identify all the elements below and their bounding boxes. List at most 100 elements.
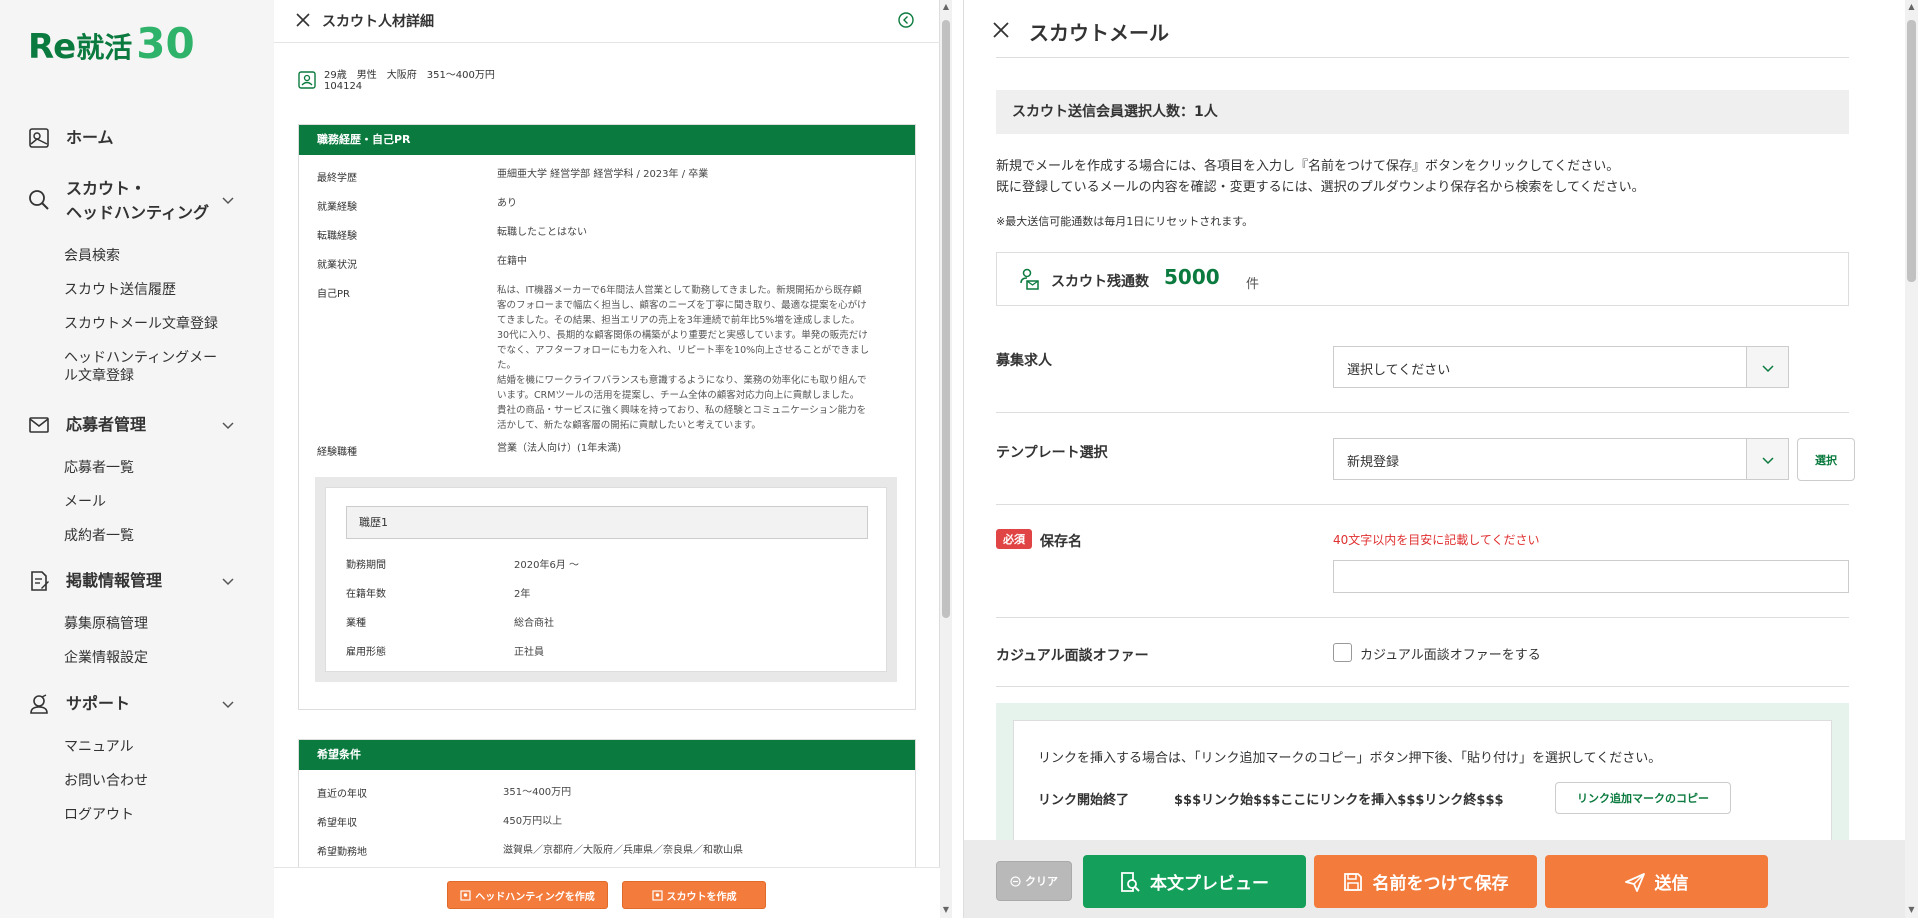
remaining-value: 5000 xyxy=(1164,265,1220,289)
career-history-box: 職歴1 勤務期間 2020年6月 〜 在籍年数 2年 業種 総合商社 雇用形態 … xyxy=(315,477,897,682)
reset-note: ※最大送信可能通数は毎月1日にリセットされます。 xyxy=(996,215,1254,228)
copy-link-mark-button[interactable]: リンク追加マークのコピー xyxy=(1555,782,1731,814)
field-label: 転職経験 xyxy=(317,231,357,242)
save-name-input[interactable] xyxy=(1333,560,1849,593)
send-label: 送信 xyxy=(1654,874,1689,894)
nav-home-label: ホーム xyxy=(66,128,114,147)
nav-support-label: サポート xyxy=(66,694,131,713)
field-value: 総合商社 xyxy=(514,618,554,629)
save-icon xyxy=(1343,872,1362,891)
instruction-text: 既に登録しているメールの内容を確認・変更するには、選択のプルダウンより保存名から… xyxy=(996,180,1645,195)
field-label: 最終学歴 xyxy=(317,173,357,184)
send-paper-plane-icon xyxy=(1624,872,1645,892)
create-headhunting-button[interactable]: ヘッドハンティングを作成 xyxy=(447,881,608,909)
nav-support[interactable]: サポート xyxy=(28,692,130,716)
casual-offer-checkbox[interactable] xyxy=(1333,643,1352,662)
chevron-down-icon[interactable] xyxy=(222,419,234,431)
logo[interactable]: Re 就活 30 xyxy=(28,22,195,67)
detail-scrollbar-thumb[interactable] xyxy=(942,20,950,618)
close-icon[interactable] xyxy=(993,22,1009,38)
nav-mail[interactable]: メール xyxy=(64,493,106,511)
desired-card-heading: 希望条件 xyxy=(299,740,915,770)
field-value: 転職したことはない xyxy=(497,227,587,238)
selected-member-count: スカウト送信会員選択人数：1人 xyxy=(996,90,1849,134)
save-as-button[interactable]: 名前をつけて保存 xyxy=(1314,855,1537,908)
support-icon xyxy=(30,694,48,714)
clear-button[interactable]: クリア xyxy=(996,861,1072,901)
chevron-down-icon xyxy=(1762,365,1774,373)
link-instruction: リンクを挿入する場合は、「リンク追加マークのコピー」ボタン押下後、「貼り付け」を… xyxy=(1038,751,1662,766)
mail-scrollbar[interactable]: ▲ ▼ xyxy=(1905,0,1918,918)
chevron-down-icon[interactable] xyxy=(222,194,234,206)
self-pr-text: 私は、IT機器メーカーで6年間法人営業として勤務してきました。新規開拓から既存顧… xyxy=(497,285,870,431)
nav-headhunt-mail-register[interactable]: ヘッドハンティングメー ル文章登録 xyxy=(64,349,217,385)
job-label: 募集求人 xyxy=(996,353,1052,369)
nav-scout-history[interactable]: スカウト送信履歴 xyxy=(64,281,176,299)
nav-applicant-list[interactable]: 応募者一覧 xyxy=(64,459,134,477)
divider xyxy=(996,617,1849,618)
field-value: 2020年6月 〜 xyxy=(514,560,579,571)
mail-scrollbar-thumb[interactable] xyxy=(1907,20,1916,282)
template-select[interactable]: 新規登録 xyxy=(1333,438,1789,480)
close-icon[interactable] xyxy=(296,13,310,27)
nav-headhunt-label-1: ヘッドハンティングメー xyxy=(64,350,218,366)
create-scout-button[interactable]: スカウトを作成 xyxy=(622,881,766,909)
back-circle-icon[interactable] xyxy=(898,12,914,28)
nav-company-settings[interactable]: 企業情報設定 xyxy=(64,649,148,667)
nav-headhunt-label-2: ル文章登録 xyxy=(64,368,134,384)
field-label: 希望勤務地 xyxy=(317,847,367,858)
link-label: リンク開始終了 xyxy=(1038,793,1130,808)
job-select-chevron[interactable] xyxy=(1746,347,1788,387)
nav-applicants[interactable]: 応募者管理 xyxy=(28,413,146,437)
preview-button[interactable]: 本文プレビュー xyxy=(1083,855,1306,908)
field-value: 営業（法人向け）(1年未満) xyxy=(497,443,622,454)
scout-icon xyxy=(651,889,663,901)
send-button[interactable]: 送信 xyxy=(1545,855,1768,908)
mail-icon xyxy=(29,417,49,433)
field-label: 希望年収 xyxy=(317,818,357,829)
nav-scout[interactable]: スカウト・ ヘッドハンティング xyxy=(28,177,209,225)
scroll-down-arrow-icon[interactable]: ▼ xyxy=(940,905,952,915)
detail-scrollbar[interactable]: ▲ ▼ xyxy=(940,0,952,918)
job-select[interactable]: 選択してください xyxy=(1333,346,1789,388)
scroll-up-arrow-icon[interactable]: ▲ xyxy=(940,2,952,12)
nav-contact[interactable]: お問い合わせ xyxy=(64,772,148,790)
desired-card: 希望条件 直近の年収 351〜400万円 希望年収 450万円以上 希望勤務地 … xyxy=(298,739,916,867)
logo-kj: 就活 xyxy=(76,31,133,64)
nav-member-search[interactable]: 会員検索 xyxy=(64,247,120,265)
logo-re: Re xyxy=(28,27,76,67)
divider xyxy=(996,412,1849,413)
nav-logout[interactable]: ログアウト xyxy=(64,806,134,824)
preview-document-icon xyxy=(1121,871,1140,892)
chevron-down-icon[interactable] xyxy=(222,575,234,587)
save-name-label: 保存名 xyxy=(1040,534,1082,550)
template-select-button[interactable]: 選択 xyxy=(1797,438,1855,481)
field-value: 亜細亜大学 経営学部 経営学科 / 2023年 / 卒業 xyxy=(497,169,709,180)
nav-listing[interactable]: 掲載情報管理 xyxy=(28,569,162,593)
mail-title: スカウトメール xyxy=(1029,21,1169,45)
chevron-down-icon[interactable] xyxy=(222,698,234,710)
mail-footer: クリア 本文プレビュー 名前をつけて保存 送信 xyxy=(964,840,1918,918)
field-value: あり xyxy=(497,198,517,209)
template-select-chevron[interactable] xyxy=(1746,439,1788,479)
nav-scout-mail-register[interactable]: スカウトメール文章登録 xyxy=(64,315,218,333)
nav-job-posting[interactable]: 募集原稿管理 xyxy=(64,615,148,633)
nav-home[interactable]: ホーム xyxy=(28,126,114,150)
field-label: 自己PR xyxy=(317,289,350,300)
scroll-down-arrow-icon[interactable]: ▼ xyxy=(1905,905,1918,915)
field-value: 2年 xyxy=(514,589,531,600)
user-mail-icon xyxy=(1020,268,1039,290)
minus-circle-icon xyxy=(1010,875,1021,887)
scout-mail-panel: スカウトメール スカウト送信会員選択人数：1人 新規でメールを作成する場合には、… xyxy=(963,0,1918,918)
nav-contracted-list[interactable]: 成約者一覧 xyxy=(64,527,134,545)
nav-manual[interactable]: マニュアル xyxy=(64,738,134,756)
nav-listing-label: 掲載情報管理 xyxy=(66,571,163,590)
remaining-unit: 件 xyxy=(1246,277,1260,292)
scroll-up-arrow-icon[interactable]: ▲ xyxy=(1905,2,1918,12)
casual-offer-checkbox-label[interactable]: カジュアル面談オファーをする xyxy=(1360,644,1541,663)
field-value: 正社員 xyxy=(514,647,544,658)
casual-offer-label: カジュアル面談オファー xyxy=(996,648,1149,664)
chevron-down-icon xyxy=(1762,457,1774,465)
create-scout-label: スカウトを作成 xyxy=(666,891,737,903)
template-label: テンプレート選択 xyxy=(996,445,1108,461)
